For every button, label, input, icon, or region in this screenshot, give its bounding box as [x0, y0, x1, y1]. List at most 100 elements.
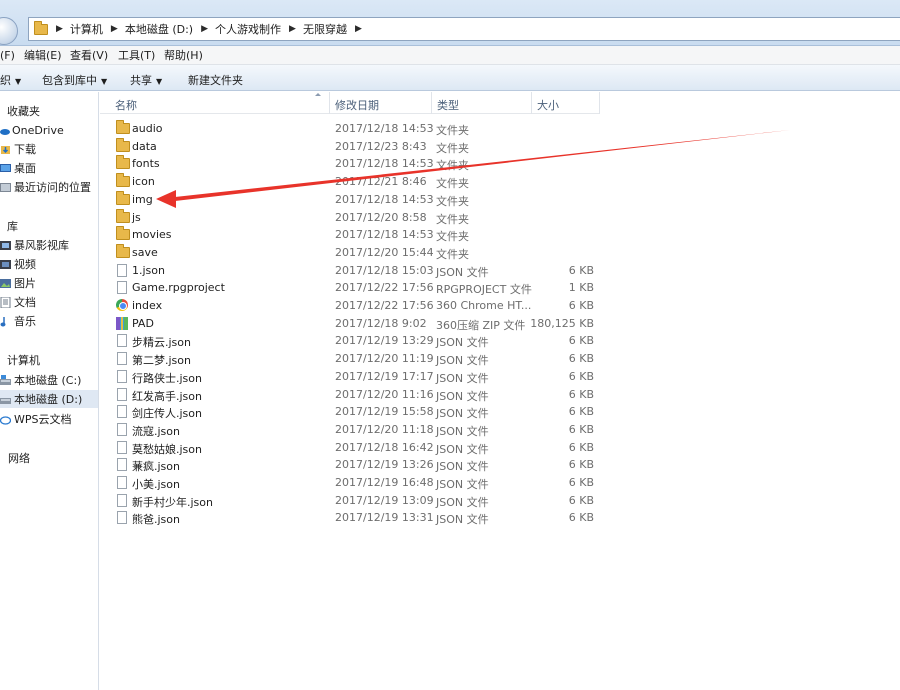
- file-row[interactable]: index 2017/12/22 17:56 360 Chrome HT... 6 K…: [100, 297, 600, 314]
- nav-library[interactable]: 库: [0, 217, 18, 235]
- nav-pictures[interactable]: 图片: [0, 274, 36, 292]
- column-divider[interactable]: [431, 92, 432, 114]
- nav-computer[interactable]: 计算机: [0, 351, 40, 369]
- file-row[interactable]: 步精云.json 2017/12/19 13:29 JSON 文件 6 KB: [100, 332, 600, 349]
- nav-label: WPS云文档: [14, 413, 72, 426]
- file-row[interactable]: Game.rpgproject 2017/12/22 17:56 RPGPROJEC…: [100, 279, 600, 296]
- desktop-icon: [0, 163, 11, 174]
- file-icon: [117, 369, 127, 383]
- file-row[interactable]: PAD 2017/12/18 9:02 360压缩 ZIP 文件 180,125 KB: [100, 315, 600, 332]
- file-row[interactable]: 新手村少年.json 2017/12/19 13:09 JSON 文件 6 KB: [100, 492, 600, 509]
- nav-music[interactable]: 音乐: [0, 312, 36, 330]
- address-bar[interactable]: ▶ 计算机 ▶ 本地磁盘 (D:) ▶ 个人游戏制作 ▶ 无限穿越 ▶: [28, 17, 900, 41]
- file-name: 行路侠士.json: [132, 371, 202, 385]
- file-row[interactable]: 行路侠士.json 2017/12/19 17:17 JSON 文件 6 KB: [100, 368, 600, 385]
- nav-wps-cloud[interactable]: WPS云文档: [0, 410, 72, 428]
- nav-onedrive[interactable]: OneDrive: [0, 121, 64, 139]
- file-row[interactable]: 莫愁姑娘.json 2017/12/18 16:42 JSON 文件 6 KB: [100, 439, 600, 456]
- file-size: 6 KB: [568, 352, 594, 366]
- file-row[interactable]: img 2017/12/18 14:53 文件夹: [100, 190, 600, 208]
- share-button[interactable]: 共享 ▼: [130, 72, 162, 88]
- breadcrumb-separator-icon[interactable]: ▶: [56, 24, 63, 34]
- file-row[interactable]: 蒹疯.json 2017/12/19 13:26 JSON 文件 6 KB: [100, 456, 600, 473]
- breadcrumb-drive-d[interactable]: 本地磁盘 (D:): [125, 21, 193, 37]
- file-name: 莫愁姑娘.json: [132, 442, 202, 456]
- file-type: 文件夹: [436, 247, 469, 261]
- file-type: JSON 文件: [436, 424, 489, 438]
- include-label: 包含到库中: [42, 74, 97, 87]
- nav-downloads[interactable]: 下载: [0, 140, 36, 158]
- nav-drive-c[interactable]: 本地磁盘 (C:): [0, 371, 81, 389]
- file-icon: [117, 476, 127, 489]
- back-button[interactable]: [0, 17, 18, 45]
- breadcrumb-current-folder[interactable]: 无限穿越: [303, 21, 347, 37]
- file-row[interactable]: 熊爸.json 2017/12/19 13:31 JSON 文件 6 KB: [100, 509, 600, 526]
- nav-baofeng[interactable]: 暴风影视库: [0, 236, 69, 254]
- nav-favorites[interactable]: 收藏夹: [0, 102, 40, 120]
- include-in-library-button[interactable]: 包含到库中 ▼: [42, 72, 107, 88]
- column-type-header[interactable]: 类型: [437, 97, 459, 113]
- nav-video[interactable]: 视频: [0, 255, 36, 273]
- network-icon: [0, 453, 5, 464]
- breadcrumb-separator-icon[interactable]: ▶: [201, 24, 208, 34]
- menu-file[interactable]: (F): [0, 49, 15, 62]
- column-date-header[interactable]: 修改日期: [335, 97, 379, 113]
- file-row[interactable]: movies 2017/12/18 14:53 文件夹: [100, 226, 600, 243]
- folder-icon: [34, 20, 48, 35]
- breadcrumb-separator-icon[interactable]: ▶: [111, 24, 118, 34]
- nav-label: 最近访问的位置: [14, 181, 91, 194]
- file-size: 6 KB: [568, 422, 594, 436]
- column-divider[interactable]: [329, 92, 330, 114]
- file-size: 1 KB: [568, 281, 594, 295]
- nav-recent[interactable]: 最近访问的位置: [0, 178, 91, 196]
- nav-desktop[interactable]: 桌面: [0, 159, 36, 177]
- file-size: 6 KB: [568, 511, 594, 525]
- file-row[interactable]: data 2017/12/23 8:43 文件夹: [100, 137, 600, 155]
- file-date: 2017/12/18 14:53: [335, 122, 434, 135]
- video-library-icon: [0, 240, 11, 251]
- file-row[interactable]: 红发高手.json 2017/12/20 11:16 JSON 文件 6 KB: [100, 386, 600, 403]
- file-icon: [117, 263, 127, 277]
- file-type: 360 Chrome HT...: [436, 299, 532, 312]
- menu-edit[interactable]: 编辑(E): [24, 47, 62, 63]
- breadcrumb-separator-icon[interactable]: ▶: [289, 24, 296, 34]
- menu-view[interactable]: 查看(V): [70, 47, 108, 63]
- breadcrumb-computer[interactable]: 计算机: [70, 21, 103, 37]
- menu-tools[interactable]: 工具(T): [118, 47, 155, 63]
- nav-label: 视频: [14, 258, 36, 271]
- file-row[interactable]: icon 2017/12/21 8:46 文件夹: [100, 173, 600, 190]
- file-row[interactable]: fonts 2017/12/18 14:53 文件夹: [100, 155, 600, 172]
- file-type: 文件夹: [436, 124, 469, 137]
- file-name: save: [132, 245, 158, 259]
- breadcrumb-separator-icon[interactable]: ▶: [355, 24, 362, 34]
- nav-label: 计算机: [7, 354, 40, 367]
- file-row[interactable]: 1.json 2017/12/18 15:03 JSON 文件 6 KB: [100, 262, 600, 279]
- file-type: JSON 文件: [436, 407, 489, 421]
- organize-button[interactable]: 织 ▼: [0, 72, 21, 88]
- file-name: data: [132, 139, 157, 153]
- file-size: 6 KB: [568, 476, 594, 489]
- breadcrumb-game-dev[interactable]: 个人游戏制作: [215, 21, 281, 37]
- file-row[interactable]: 小美.json 2017/12/19 16:48 JSON 文件 6 KB: [100, 474, 600, 491]
- new-folder-button[interactable]: 新建文件夹: [188, 72, 243, 88]
- file-row[interactable]: 流寇.json 2017/12/20 11:18 JSON 文件 6 KB: [100, 421, 600, 438]
- column-name-header[interactable]: 名称: [115, 97, 137, 113]
- nav-network[interactable]: 网络: [0, 449, 30, 467]
- folder-icon: [116, 190, 130, 205]
- nav-documents[interactable]: 文档: [0, 293, 36, 311]
- file-row[interactable]: js 2017/12/20 8:58 文件夹: [100, 208, 600, 226]
- menu-help[interactable]: 帮助(H): [164, 47, 203, 63]
- file-row[interactable]: 第二梦.json 2017/12/20 11:19 JSON 文件 6 KB: [100, 350, 600, 367]
- computer-icon: [0, 355, 4, 366]
- file-row[interactable]: save 2017/12/20 15:44 文件夹: [100, 243, 600, 261]
- column-size-header[interactable]: 大小: [537, 97, 559, 113]
- file-row[interactable]: audio 2017/12/18 14:53 文件夹: [100, 120, 600, 137]
- column-divider[interactable]: [531, 92, 532, 114]
- folder-icon: [116, 243, 130, 258]
- file-date: 2017/12/20 8:58: [335, 210, 427, 224]
- file-row[interactable]: 剑庄传人.json 2017/12/19 15:58 JSON 文件 6 KB: [100, 403, 600, 420]
- file-type: JSON 文件: [436, 513, 489, 527]
- column-divider[interactable]: [599, 92, 600, 114]
- nav-drive-d[interactable]: 本地磁盘 (D:): [0, 390, 98, 408]
- file-name: 蒹疯.json: [132, 460, 180, 474]
